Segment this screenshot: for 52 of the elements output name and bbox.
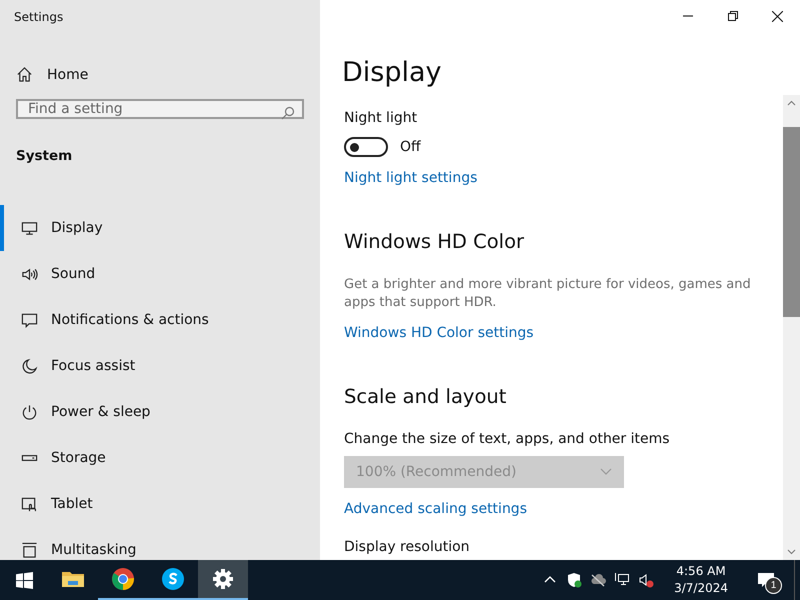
browser-icon [111,567,135,591]
clock[interactable]: 4:56 AM 3/7/2024 [668,562,734,598]
gear-icon [211,567,235,591]
toggle-state: Off [400,139,421,155]
cloud-icon[interactable] [590,572,606,588]
search-field[interactable]: Find a setting [16,99,304,119]
settings-link[interactable]: Windows HD Color settings [344,323,783,343]
page-title: Display [342,56,443,90]
notification-count: 1 [765,577,782,594]
category-heading: System [16,148,74,164]
moon-icon [21,358,38,374]
nav-item[interactable]: Multitasking [0,527,320,560]
chevron-down-icon [600,468,612,476]
window-title: Settings [13,9,64,24]
toggle-switch[interactable] [344,137,388,157]
shield-icon[interactable] [566,572,582,588]
scrollbar[interactable] [783,95,800,560]
house-icon [16,66,33,83]
close-icon [772,10,783,22]
taskbar-app[interactable] [198,560,248,600]
windows-icon [21,542,38,558]
windows-logo-icon [16,572,32,588]
speech-bubble-icon [21,312,38,328]
scroll-up-icon[interactable] [787,99,796,108]
monitor-icon [21,220,38,236]
section-heading: Scale and layout [344,384,508,410]
network-icon[interactable] [614,572,630,588]
description-text: Get a brighter and more vibrant picture for videos, games and apps that support HDR. [344,276,752,312]
date-text: 3/7/2024 [674,580,728,597]
chat-app-icon [161,567,185,591]
restore-icon [728,11,738,21]
action-center-button[interactable]: 1 [746,560,786,600]
power-icon [21,404,38,420]
setting-label: Night light [344,109,418,128]
settings-link[interactable]: Night light settings [344,168,783,188]
setting-label: Display resolution [344,538,471,557]
setting-label: Change the size of text, apps, and other items [344,430,671,449]
scrollbar-thumb[interactable] [783,127,800,317]
nav-item[interactable]: Notifications & actions [0,297,320,343]
nav-item[interactable]: Sound [0,251,320,297]
muted-speaker-icon[interactable] [638,572,654,588]
scroll-down-icon[interactable] [787,547,796,556]
nav-item[interactable]: Tablet [0,481,320,527]
search-icon [281,106,295,120]
nav-item[interactable]: Focus assist [0,343,320,389]
nav-item[interactable]: Storage [0,435,320,481]
settings-link[interactable]: Advanced scaling settings [344,499,783,519]
time-text: 4:56 AM [676,563,726,580]
home-nav-item[interactable]: Home [0,66,320,83]
tablet-icon [21,496,38,512]
section-heading: Windows HD Color [344,229,526,255]
nav-item[interactable]: Power & sleep [0,389,320,435]
